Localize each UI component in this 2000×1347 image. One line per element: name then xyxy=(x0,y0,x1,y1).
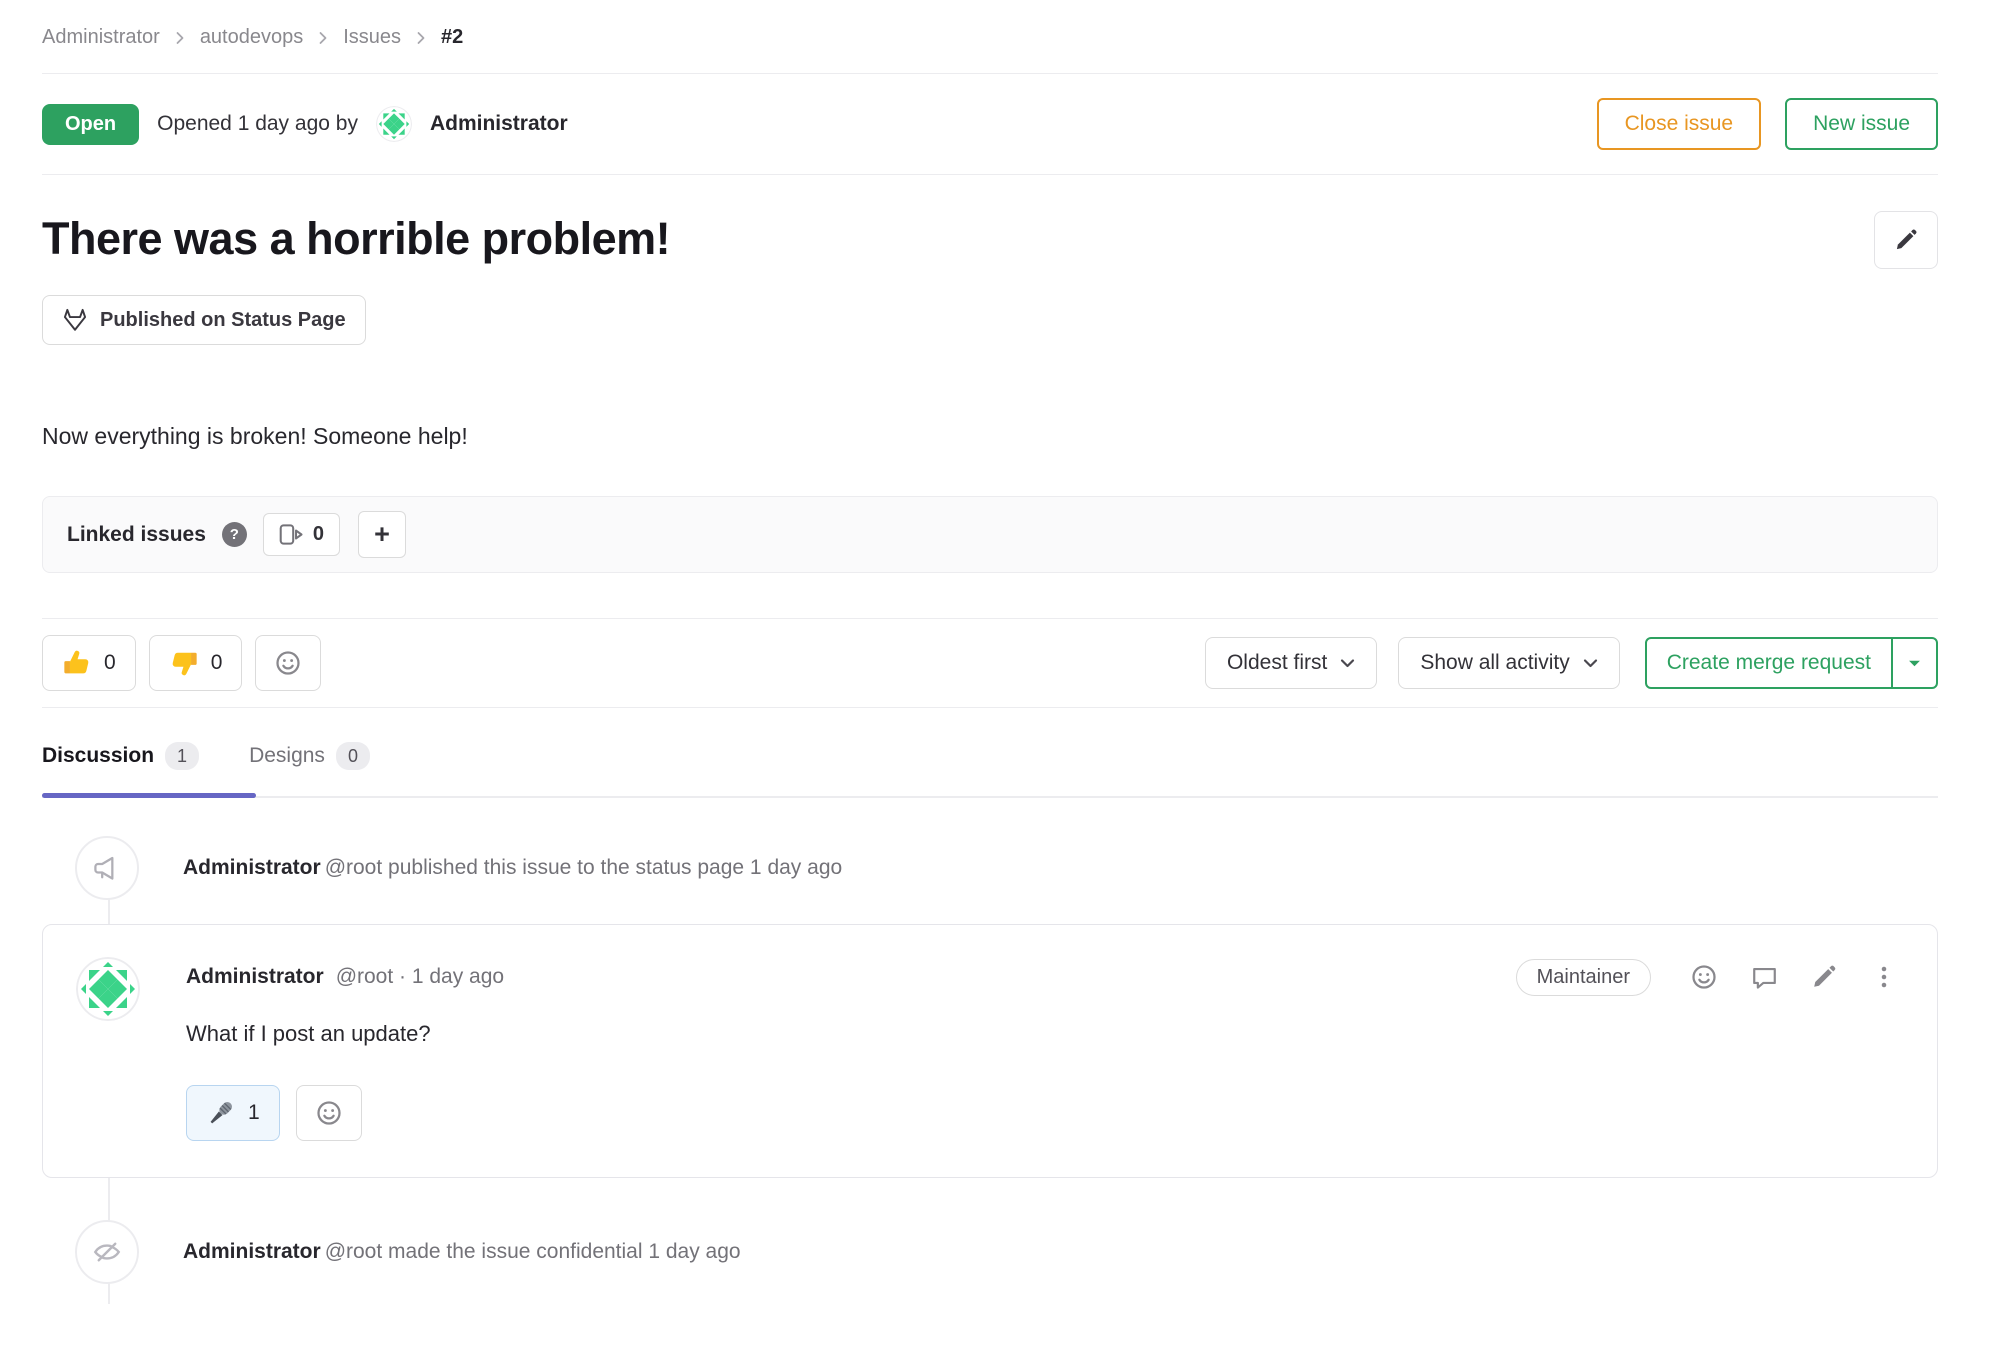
create-merge-request-button[interactable]: Create merge request xyxy=(1647,639,1893,687)
discussion-tabs: Discussion 1 Designs 0 xyxy=(42,742,1938,798)
create-merge-request-split-button: Create merge request xyxy=(1645,637,1938,689)
role-badge: Maintainer xyxy=(1516,959,1651,996)
comment-body: What if I post an update? xyxy=(186,1021,1907,1047)
author-name-link[interactable]: Administrator xyxy=(183,856,321,879)
status-page-badge: Published on Status Page xyxy=(42,295,366,345)
thumbs-down-reaction-button[interactable]: 0 xyxy=(149,635,243,691)
divider xyxy=(42,174,1938,175)
edit-title-button[interactable] xyxy=(1874,211,1938,269)
comment-card: Administrator @root · 1 day ago Maintain… xyxy=(42,924,1938,1178)
breadcrumb-item-issues[interactable]: Issues xyxy=(343,26,401,49)
awards-row: 0 0 Oldest first Show all activity Creat… xyxy=(42,618,1938,708)
pencil-icon xyxy=(1810,963,1838,991)
comment-author-avatar[interactable] xyxy=(76,957,140,1021)
smiley-icon xyxy=(314,1098,344,1128)
linked-issues-count-value: 0 xyxy=(313,523,324,546)
comment-add-reaction-button[interactable] xyxy=(1681,957,1727,997)
comment-edit-button[interactable] xyxy=(1801,957,1847,997)
title-row: There was a horrible problem! xyxy=(42,211,1938,269)
kebab-menu-icon xyxy=(1871,964,1897,990)
comment-header: Administrator @root · 1 day ago Maintain… xyxy=(186,957,1907,997)
active-tab-indicator xyxy=(42,793,256,798)
comment-reactions: 1 xyxy=(186,1085,1907,1141)
sort-dropdown-label: Oldest first xyxy=(1227,651,1327,675)
microphone-icon xyxy=(206,1098,236,1128)
create-merge-request-dropdown-toggle[interactable] xyxy=(1893,639,1936,687)
comment-reply-button[interactable] xyxy=(1741,957,1787,997)
issue-count-icon xyxy=(279,523,304,546)
tab-discussion-label: Discussion xyxy=(42,744,154,768)
tab-designs-label: Designs xyxy=(249,744,325,768)
gitlab-tanuki-icon xyxy=(62,307,88,333)
sort-dropdown[interactable]: Oldest first xyxy=(1205,637,1377,689)
issue-page: Administrator autodevops Issues #2 Open … xyxy=(0,0,2000,1284)
chevron-right-icon xyxy=(318,30,328,46)
activity-filter-label: Show all activity xyxy=(1420,651,1569,675)
breadcrumb-item-administrator[interactable]: Administrator xyxy=(42,26,160,49)
comment-actions xyxy=(1681,957,1907,997)
breadcrumb-current-issue-number: #2 xyxy=(441,26,463,49)
help-icon[interactable]: ? xyxy=(222,522,247,547)
breadcrumb-item-autodevops[interactable]: autodevops xyxy=(200,26,303,49)
chevron-right-icon xyxy=(416,30,426,46)
comment-more-actions-button[interactable] xyxy=(1861,957,1907,997)
pencil-icon xyxy=(1893,227,1919,253)
system-note-body: @root made the issue confidential 1 day … xyxy=(325,1240,741,1263)
thumbs-up-count: 0 xyxy=(104,651,116,675)
comment-add-emoji-button[interactable] xyxy=(296,1085,362,1141)
smiley-icon xyxy=(1689,962,1719,992)
breadcrumb: Administrator autodevops Issues #2 xyxy=(42,0,1938,49)
chevron-down-icon xyxy=(1583,658,1598,668)
thumbs-down-icon xyxy=(169,648,199,678)
chevron-right-icon xyxy=(175,30,185,46)
linked-issues-panel: Linked issues ? 0 + xyxy=(42,496,1938,573)
smiley-icon xyxy=(273,648,303,678)
author-name-link[interactable]: Administrator xyxy=(183,1240,321,1263)
microphone-reaction-count: 1 xyxy=(248,1101,260,1125)
add-emoji-button[interactable] xyxy=(255,635,321,691)
add-linked-issue-button[interactable]: + xyxy=(358,511,406,558)
tab-designs-count: 0 xyxy=(336,742,370,770)
chevron-down-icon xyxy=(1340,658,1355,668)
comment-author-link[interactable]: Administrator xyxy=(186,965,324,989)
new-issue-button[interactable]: New issue xyxy=(1785,98,1938,150)
comment-meta: @root · 1 day ago xyxy=(336,965,504,989)
comment-main: Administrator @root · 1 day ago Maintain… xyxy=(186,957,1907,1141)
caret-down-icon xyxy=(1908,659,1921,668)
thumbs-up-icon xyxy=(62,648,92,678)
eye-slash-icon xyxy=(75,1220,139,1284)
author-name-link[interactable]: Administrator xyxy=(430,112,568,136)
discussion-timeline: Administrator@root published this issue … xyxy=(42,836,1938,1284)
tab-discussion[interactable]: Discussion 1 xyxy=(42,742,199,770)
status-page-badge-label: Published on Status Page xyxy=(100,309,346,332)
opened-text: Opened 1 day ago by xyxy=(157,112,358,136)
system-note-text: Administrator@root made the issue confid… xyxy=(183,1240,741,1264)
page-title: There was a horrible problem! xyxy=(42,211,670,267)
author-avatar[interactable] xyxy=(376,106,412,142)
linked-issues-label: Linked issues xyxy=(67,523,206,547)
system-note-confidential: Administrator@root made the issue confid… xyxy=(42,1220,1938,1284)
system-note-body: @root published this issue to the status… xyxy=(325,856,842,879)
close-issue-button[interactable]: Close issue xyxy=(1597,98,1762,150)
system-note-text: Administrator@root published this issue … xyxy=(183,856,842,880)
thumbs-up-reaction-button[interactable]: 0 xyxy=(42,635,136,691)
linked-issues-count: 0 xyxy=(263,513,340,556)
tab-discussion-count: 1 xyxy=(165,742,199,770)
comment-bubble-icon xyxy=(1750,963,1779,992)
open-status-badge: Open xyxy=(42,104,139,145)
thumbs-down-count: 0 xyxy=(211,651,223,675)
activity-filter-dropdown[interactable]: Show all activity xyxy=(1398,637,1619,689)
megaphone-icon xyxy=(75,836,139,900)
issue-status-bar: Open Opened 1 day ago by Administrator C… xyxy=(42,74,1938,174)
issue-description: Now everything is broken! Someone help! xyxy=(42,423,1938,450)
tab-designs[interactable]: Designs 0 xyxy=(249,742,370,770)
microphone-reaction-button[interactable]: 1 xyxy=(186,1085,280,1141)
system-note-published: Administrator@root published this issue … xyxy=(42,836,1938,900)
